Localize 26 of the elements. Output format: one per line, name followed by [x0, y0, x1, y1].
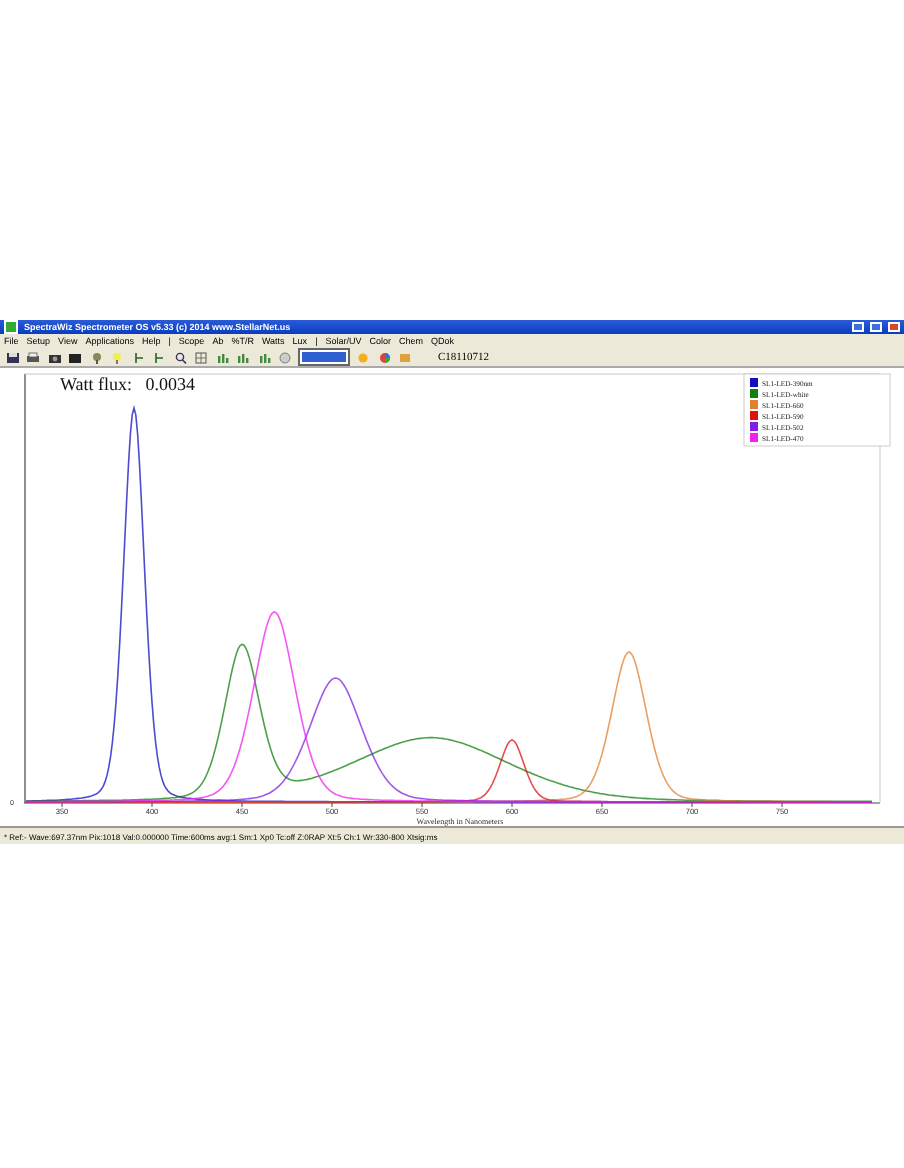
lamp-icon: [89, 351, 103, 363]
grid-icon: [194, 351, 208, 363]
tag-icon: [398, 351, 412, 363]
bars-icon: [257, 351, 271, 363]
color-field[interactable]: [298, 348, 350, 366]
save-icon: [5, 351, 19, 363]
maximize-button[interactable]: [870, 322, 882, 332]
toolbar-button[interactable]: [88, 350, 104, 364]
sun-icon: [356, 351, 370, 363]
bracket-icon: [131, 351, 145, 363]
printer-icon: [26, 351, 40, 363]
bulb-icon: [110, 351, 124, 363]
toolbar-button[interactable]: [172, 350, 188, 364]
toolbar-button[interactable]: [4, 350, 20, 364]
watt-flux-readout: Watt flux: 0.0034: [60, 374, 196, 394]
bracket-icon: [152, 351, 166, 363]
bars-icon: [215, 351, 229, 363]
color-wheel-icon: [377, 351, 391, 363]
toolbar-button[interactable]: [25, 350, 41, 364]
disc-icon: [278, 351, 292, 363]
close-button[interactable]: [888, 322, 900, 332]
minimize-button[interactable]: [852, 322, 864, 332]
magnifier-icon: [173, 351, 187, 363]
camera-icon: [47, 351, 61, 363]
toolbar-button[interactable]: [46, 350, 62, 364]
bars-icon: [236, 351, 250, 363]
